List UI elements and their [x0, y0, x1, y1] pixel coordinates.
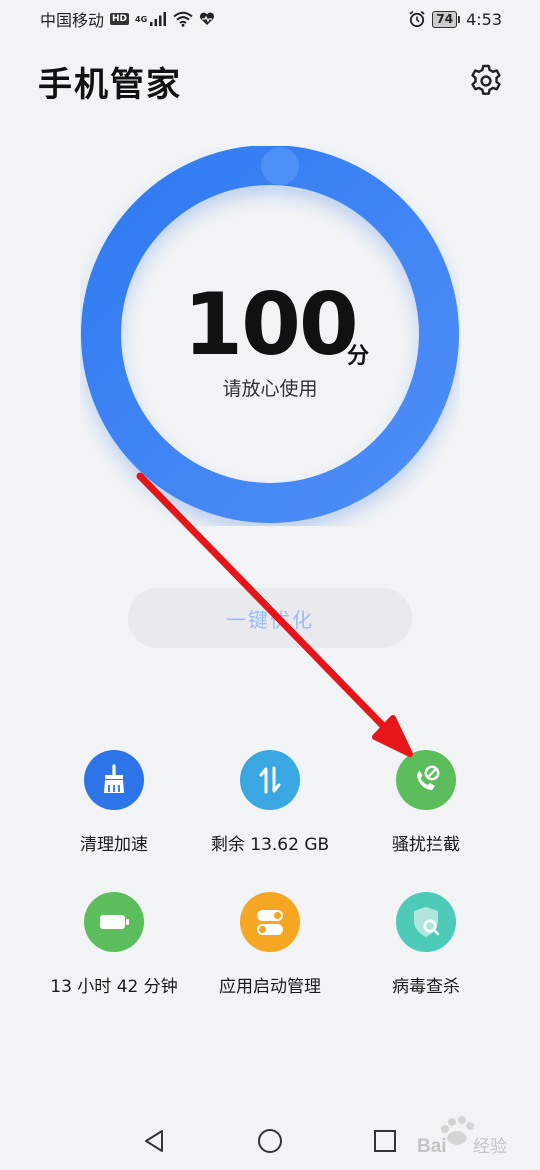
tool-harassment-block[interactable]: 骚扰拦截	[341, 750, 511, 855]
toggle-switch-icon	[257, 910, 283, 935]
battery-indicator: 74	[432, 10, 461, 28]
header: 手机管家	[38, 56, 504, 106]
score-center: 100 分 请放心使用	[80, 146, 460, 526]
wifi-icon	[173, 11, 193, 27]
tool-virus-scan[interactable]: 病毒查杀	[341, 892, 511, 997]
status-bar: 中国移动 HD 4G 74 4:53	[0, 0, 540, 38]
tool-icon-bg	[240, 892, 300, 952]
tool-icon-bg	[84, 892, 144, 952]
signal-icon	[150, 12, 167, 26]
score-value: 100	[183, 275, 359, 375]
nav-bar	[0, 1110, 540, 1170]
network-type: 4G	[135, 15, 148, 24]
tool-label: 骚扰拦截	[392, 835, 460, 855]
optimize-button[interactable]: 一键优化	[128, 588, 412, 648]
tool-battery[interactable]: 13 小时 42 分钟	[29, 892, 199, 997]
status-right: 74 4:53	[408, 10, 502, 29]
tool-icon-bg	[84, 750, 144, 810]
tool-app-launch[interactable]: 应用启动管理	[185, 892, 355, 997]
recents-icon[interactable]	[370, 1126, 400, 1156]
broom-icon	[104, 764, 124, 793]
heart-pulse-icon	[200, 12, 215, 25]
alarm-icon	[409, 10, 425, 28]
page-title: 手机管家	[38, 64, 182, 105]
tool-storage[interactable]: 剩余 13.62 GB	[185, 750, 355, 855]
phone-block-icon	[417, 765, 440, 790]
storage-arrows-icon	[259, 766, 281, 794]
back-icon[interactable]	[140, 1126, 170, 1156]
tool-label: 剩余 13.62 GB	[210, 835, 330, 855]
home-icon[interactable]	[255, 1126, 285, 1156]
clock: 4:53	[466, 9, 502, 29]
score-ring: 100 分 请放心使用	[80, 146, 460, 526]
tool-label: 13 小时 42 分钟	[50, 977, 178, 997]
battery-icon	[100, 915, 129, 929]
tool-label: 病毒查杀	[392, 977, 460, 997]
tool-label: 应用启动管理	[219, 977, 321, 997]
score-status: 请放心使用	[222, 378, 318, 400]
battery-level: 74	[432, 10, 458, 28]
tool-cleanup[interactable]: 清理加速	[29, 750, 199, 855]
score-unit: 分	[347, 344, 370, 369]
carrier-label: 中国移动	[40, 11, 105, 30]
hd-badge: HD	[110, 13, 130, 25]
tool-icon-bg	[240, 750, 300, 810]
battery-tip	[458, 15, 461, 23]
gear-icon[interactable]	[468, 63, 504, 99]
tool-label: 清理加速	[80, 835, 148, 855]
tool-icon-bg	[396, 750, 456, 810]
status-left: 中国移动 HD 4G	[40, 7, 215, 31]
shield-search-icon	[414, 907, 440, 937]
tool-icon-bg	[396, 892, 456, 952]
